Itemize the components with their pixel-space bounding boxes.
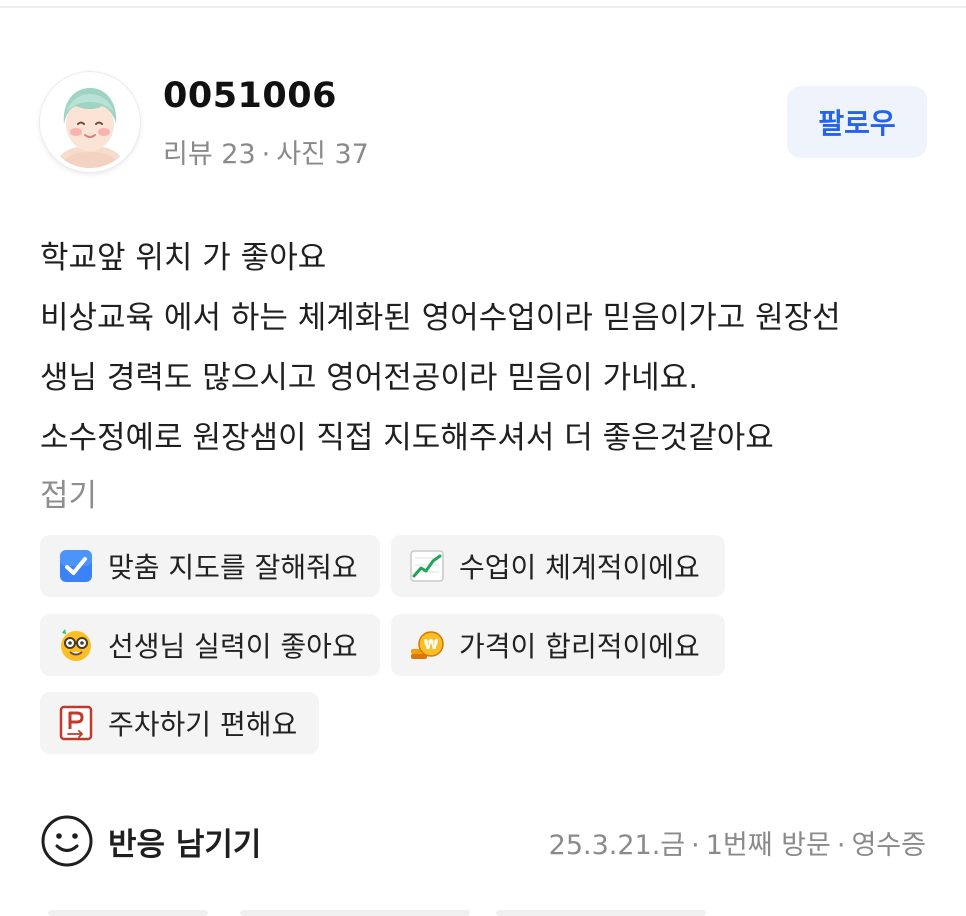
keyword-tag: 수업이 체계적이에요 [391, 535, 725, 597]
next-item-preview [48, 910, 208, 916]
visit-date: 25.3.21.금 [548, 830, 686, 861]
keyword-tag: 맞춤 지도를 잘해줘요 [40, 535, 380, 597]
avatar-illustration [44, 76, 136, 168]
smile-icon [41, 815, 93, 867]
review-line: 학교앞 위치 가 좋아요 [40, 240, 327, 276]
next-item-preview [496, 910, 706, 916]
avatar[interactable] [40, 72, 140, 172]
leave-reaction-button[interactable]: 반응 남기기 [40, 814, 261, 868]
review-line: 소수정예로 원장샘이 직접 지도해주셔서 더 좋은것같아요 [40, 420, 774, 456]
tag-label: 선생님 실력이 좋아요 [108, 630, 358, 663]
separator: · [261, 139, 271, 170]
keyword-tag: ₩ 가격이 합리적이에요 [391, 614, 725, 676]
tag-label: 주차하기 편해요 [108, 708, 298, 741]
review-count: 리뷰 23 [163, 139, 256, 170]
check-box-icon [60, 550, 92, 582]
collapse-link[interactable]: 접기 [40, 470, 97, 515]
chart-up-icon [410, 550, 444, 582]
separator: · [691, 830, 700, 861]
photo-count: 사진 37 [276, 139, 369, 170]
svg-text:₩: ₩ [424, 638, 439, 653]
visit-count: 1번째 방문 [705, 830, 831, 861]
tag-label: 수업이 체계적이에요 [459, 551, 700, 584]
keyword-tag: 선생님 실력이 좋아요 [40, 614, 380, 676]
top-divider [0, 0, 966, 8]
review-line: 생님 경력도 많으시고 영어전공이라 믿음이 가네요. [40, 360, 699, 396]
review-line: 비상교육 에서 하는 체계화된 영어수업이라 믿음이가고 원장선 [40, 300, 841, 336]
next-item-preview [240, 910, 470, 916]
reaction-label: 반응 남기기 [108, 826, 262, 863]
coins-icon: ₩ [411, 631, 444, 659]
tag-label: 가격이 합리적이에요 [459, 630, 700, 663]
parking-icon [59, 705, 93, 741]
reviewer-stats: 리뷰 23 · 사진 37 [163, 132, 369, 171]
review-text: 학교앞 위치 가 좋아요 비상교육 에서 하는 체계화된 영어수업이라 믿음이가… [40, 228, 940, 468]
separator: · [836, 830, 846, 861]
tag-label: 맞춤 지도를 잘해줘요 [108, 551, 358, 584]
nerd-face-icon [61, 629, 91, 661]
reviewer-name[interactable]: 0051006 [163, 76, 337, 116]
keyword-tag: 주차하기 편해요 [40, 692, 319, 754]
verification-type: 영수증 [851, 830, 926, 861]
follow-button[interactable]: 팔로우 [787, 86, 927, 158]
visit-meta: 25.3.21.금 · 1번째 방문 · 영수증 [549, 823, 926, 862]
